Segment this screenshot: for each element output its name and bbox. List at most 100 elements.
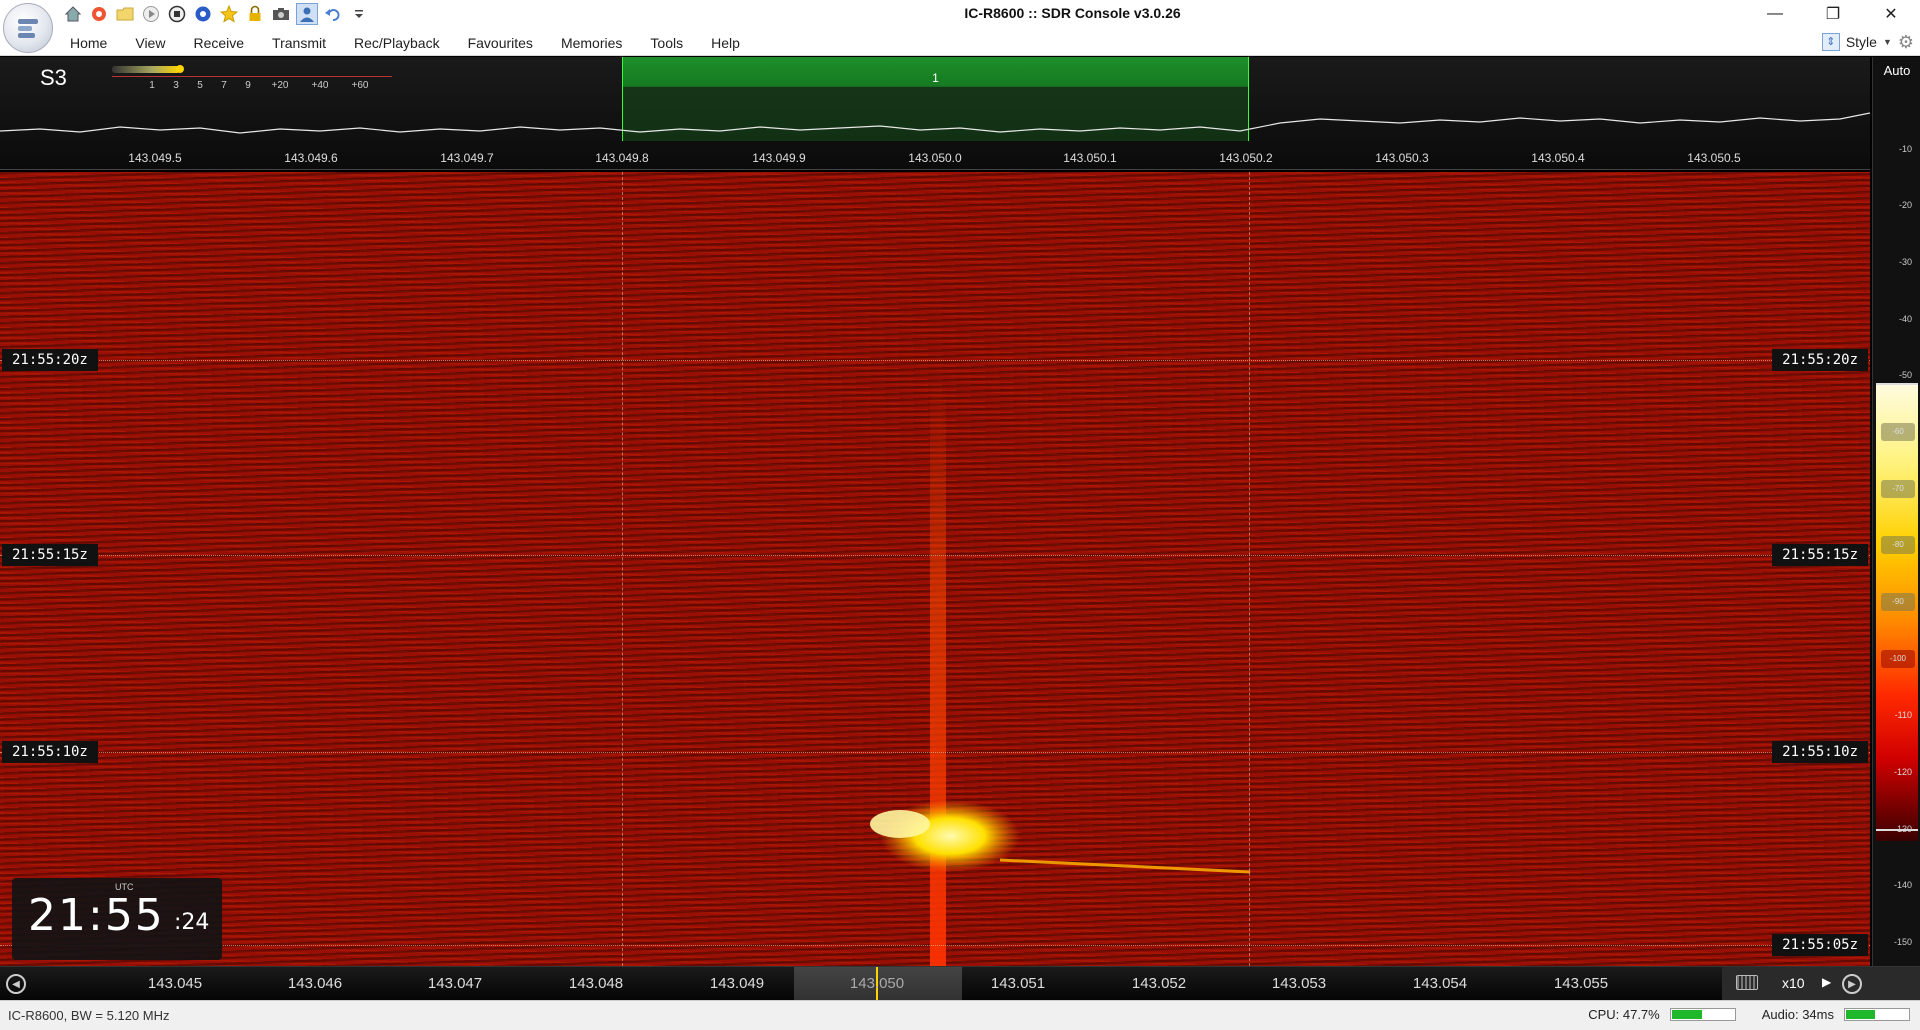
freq-tick: 143.050.1: [1063, 151, 1117, 165]
band-freq-tick: 143.055: [1553, 975, 1609, 992]
db-scale: Auto -10 -20 -30 -40 -50 -60 -70 -80 -90…: [1872, 57, 1920, 967]
freq-tick: 143.049.9: [752, 151, 806, 165]
menu-receive[interactable]: Receive: [179, 28, 258, 56]
zoom-next-icon[interactable]: ▶: [1822, 975, 1831, 989]
db-label: -120: [1893, 767, 1912, 777]
status-meters: CPU: 47.7% Audio: 34ms: [1588, 1007, 1910, 1022]
freq-tick: 143.049.5: [128, 151, 182, 165]
menu-tools[interactable]: Tools: [636, 28, 697, 56]
lock-icon[interactable]: [244, 3, 266, 25]
time-label-right: 21:55:05z: [1772, 934, 1868, 956]
restore-button[interactable]: ❐: [1804, 0, 1862, 28]
spectrum-display[interactable]: 1 S3 1 3 5 7 9 +20 +40 +60 143.049.5 143…: [0, 57, 1870, 170]
folder-icon[interactable]: [114, 3, 136, 25]
menu-memories[interactable]: Memories: [547, 28, 636, 56]
frequency-bar[interactable]: ◀ 143.045 143.046 143.047 143.048 143.04…: [0, 966, 1920, 1001]
undo-icon[interactable]: [322, 3, 344, 25]
user-icon[interactable]: [296, 3, 318, 25]
filter-edge-left: [622, 172, 623, 966]
record-icon[interactable]: [192, 3, 214, 25]
style-menu[interactable]: Style: [1846, 34, 1877, 50]
menu-view[interactable]: View: [121, 28, 179, 56]
menu-bar: Home View Receive Transmit Rec/Playback …: [0, 28, 1920, 56]
signal-trace: [870, 382, 1251, 966]
db-label: -140: [1893, 880, 1912, 890]
time-gridline: [0, 555, 1870, 556]
db-label: -30: [1898, 257, 1912, 267]
ramp-level-marker[interactable]: -80: [1881, 536, 1915, 554]
time-label-left: 21:55:10z: [2, 741, 98, 763]
keyboard-icon[interactable]: [1736, 975, 1758, 990]
ramp-level-marker[interactable]: -60: [1881, 423, 1915, 441]
style-area: ⇕ Style ▼ ⚙: [1821, 31, 1914, 53]
db-label: -130: [1893, 824, 1912, 834]
freq-tick: 143.050.3: [1375, 151, 1429, 165]
zoom-level[interactable]: x10: [1782, 975, 1805, 991]
app-menu-button[interactable]: [3, 3, 53, 53]
db-label: -110: [1894, 710, 1912, 720]
time-gridline: [0, 945, 1870, 946]
stop-icon[interactable]: [166, 3, 188, 25]
band-freq-tick: 143.050: [849, 975, 905, 992]
signal-trail: [930, 382, 946, 966]
freq-tick: 143.050.5: [1687, 151, 1741, 165]
ramp-top-limit[interactable]: [1876, 383, 1918, 385]
band-freq-tick: 143.053: [1271, 975, 1327, 992]
lifebuoy-icon[interactable]: [88, 3, 110, 25]
frequency-bar-tools: x10 ▶ ▶: [1722, 967, 1920, 1001]
utc-clock: UTC 21:55 :24: [12, 878, 222, 960]
signal-core: [870, 810, 930, 838]
waterfall-display[interactable]: 21:55:20z 21:55:15z 21:55:10z 21:55:20z …: [0, 172, 1870, 966]
band-freq-tick: 143.054: [1412, 975, 1468, 992]
menu-help[interactable]: Help: [697, 28, 754, 56]
time-gridline: [0, 752, 1870, 753]
scroll-left-icon[interactable]: ◀: [6, 974, 26, 994]
freq-tick: 143.050.4: [1531, 151, 1585, 165]
signal-tail: [999, 858, 1251, 874]
play-icon[interactable]: [140, 3, 162, 25]
scroll-right-icon[interactable]: ▶: [1842, 974, 1862, 994]
time-label-left: 21:55:20z: [2, 349, 98, 371]
style-dropdown-icon[interactable]: ▼: [1883, 37, 1892, 47]
menu-home[interactable]: Home: [56, 28, 121, 56]
freq-tick: 143.050.2: [1219, 151, 1273, 165]
ramp-level-marker[interactable]: -70: [1881, 480, 1915, 498]
customize-dropdown-icon[interactable]: [348, 3, 370, 25]
home-icon[interactable]: [62, 3, 84, 25]
time-label-right: 21:55:15z: [1772, 544, 1868, 566]
band-freq-tick: 143.045: [147, 975, 203, 992]
db-label: -50: [1898, 370, 1912, 380]
freq-tick: 143.049.6: [284, 151, 338, 165]
menu-favourites[interactable]: Favourites: [454, 28, 547, 56]
close-button[interactable]: ✕: [1862, 0, 1920, 28]
minimize-button[interactable]: —: [1746, 0, 1804, 28]
menu-rec-playback[interactable]: Rec/Playback: [340, 28, 454, 56]
cpu-label: CPU: 47.7%: [1588, 1007, 1660, 1022]
settings-gear-icon[interactable]: ⚙: [1898, 32, 1914, 53]
window-controls: — ❐ ✕: [1746, 0, 1920, 28]
title-bar: IC-R8600 :: SDR Console v3.0.26 — ❐ ✕: [0, 0, 1920, 28]
auto-scale-button[interactable]: Auto: [1873, 63, 1920, 78]
freq-tick: 143.050.0: [908, 151, 962, 165]
band-freq-tick: 143.046: [287, 975, 343, 992]
audio-meter: [1844, 1008, 1910, 1021]
star-icon[interactable]: [218, 3, 240, 25]
ramp-level-marker[interactable]: -100: [1881, 650, 1915, 668]
band-freq-tick: 143.047: [427, 975, 483, 992]
spectrum-frequency-axis: 143.049.5 143.049.6 143.049.7 143.049.8 …: [0, 147, 1870, 169]
cpu-meter: [1669, 1008, 1736, 1021]
time-label-right: 21:55:20z: [1772, 349, 1868, 371]
clock-hours-minutes: 21:55: [28, 890, 165, 941]
ramp-level-marker[interactable]: -90: [1881, 593, 1915, 611]
band-freq-tick: 143.048: [568, 975, 624, 992]
menu-transmit[interactable]: Transmit: [258, 28, 340, 56]
expand-ribbon-icon[interactable]: ⇕: [1821, 33, 1840, 51]
camera-icon[interactable]: [270, 3, 292, 25]
band-freq-tick: 143.052: [1131, 975, 1187, 992]
filter-edge-right: [1249, 172, 1250, 966]
db-label: -150: [1893, 937, 1912, 947]
clock-seconds: :24: [174, 910, 210, 935]
band-freq-tick: 143.049: [709, 975, 765, 992]
db-label: -20: [1898, 200, 1912, 210]
band-freq-tick: 143.051: [990, 975, 1046, 992]
